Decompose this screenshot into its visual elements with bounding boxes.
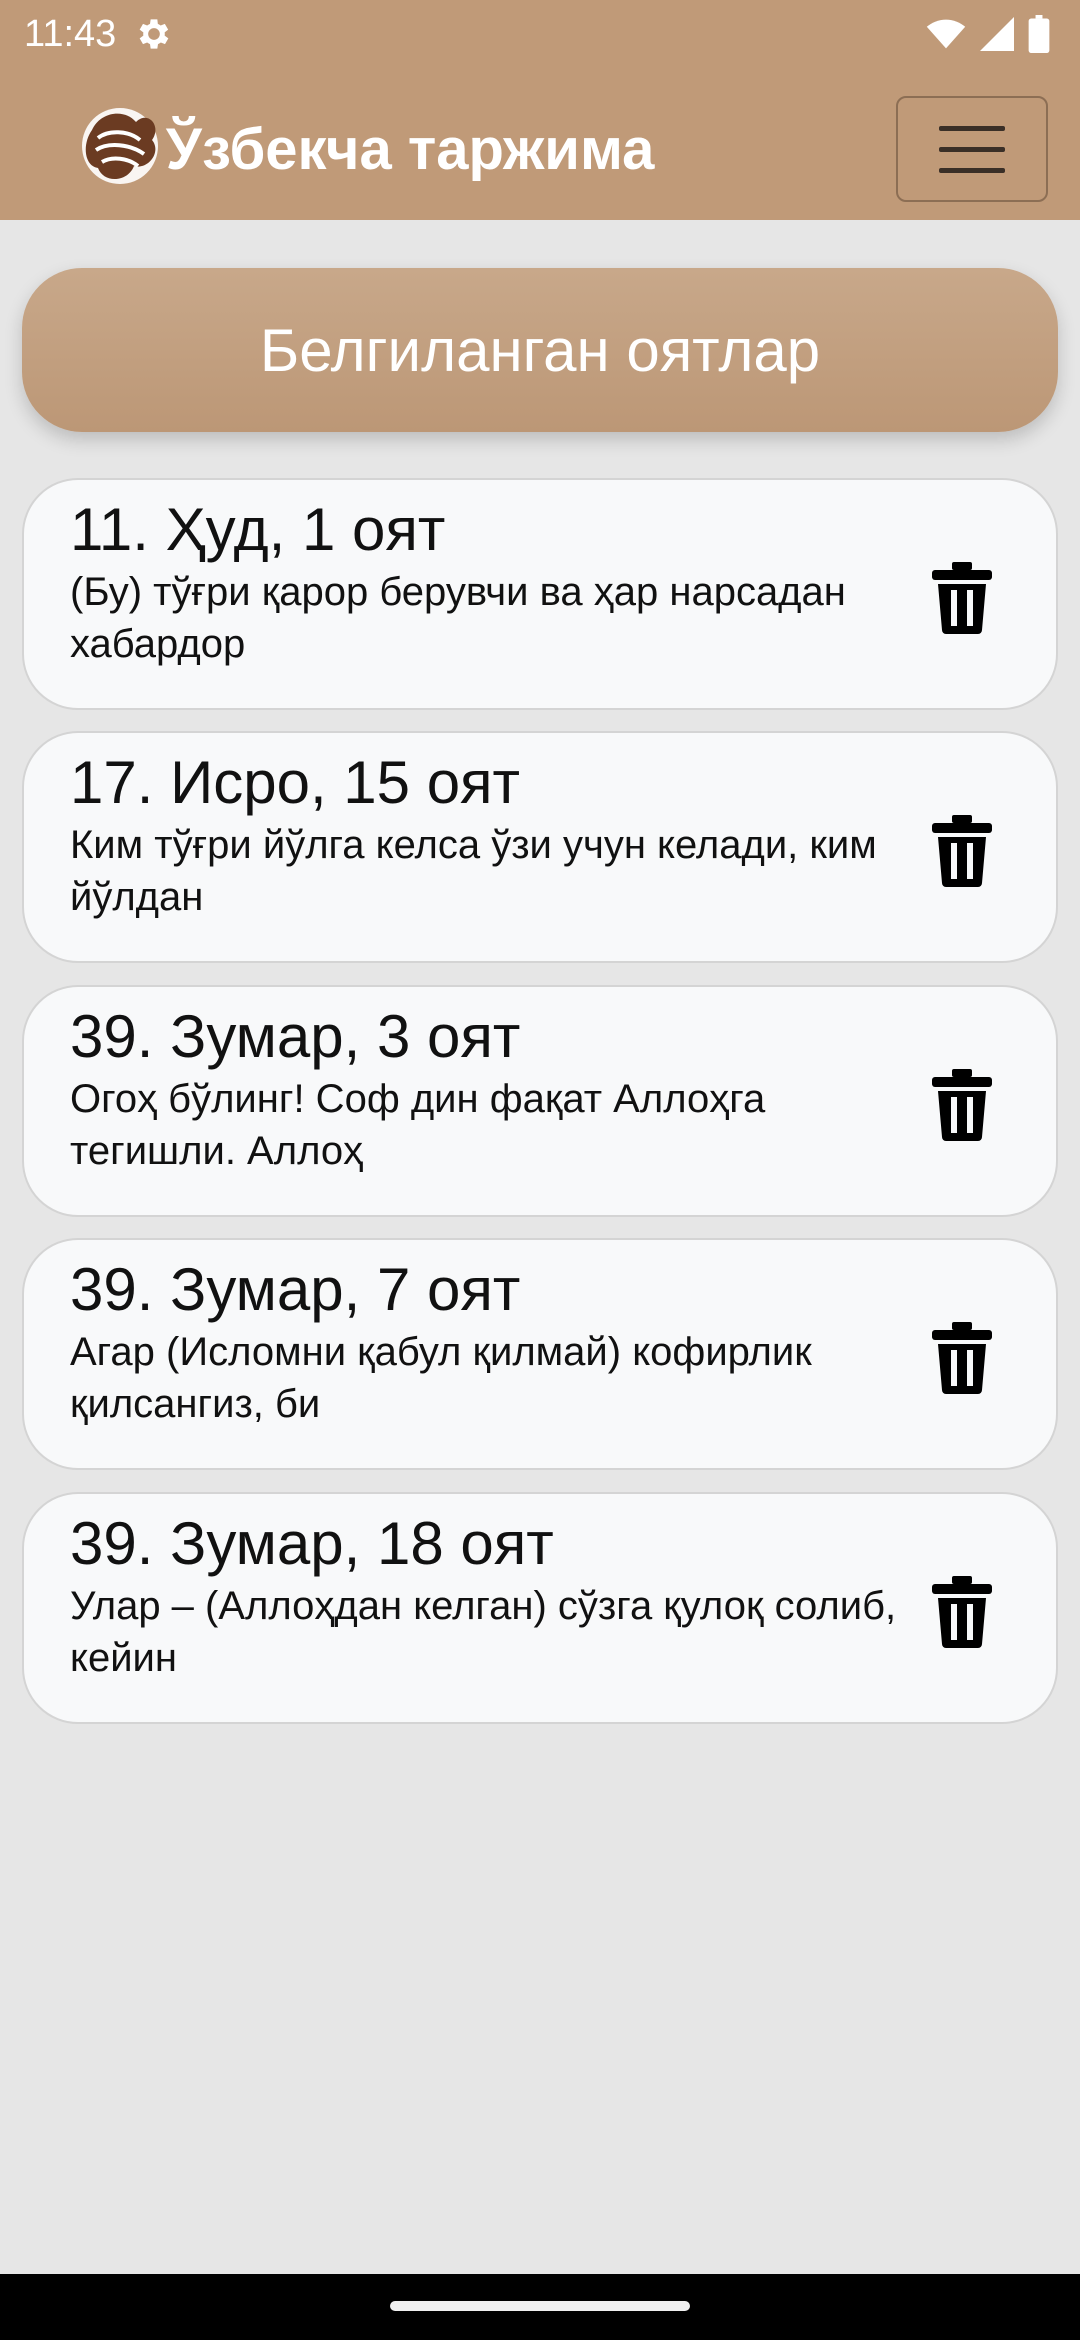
battery-icon xyxy=(1028,15,1050,53)
bookmark-text: Агар (Исломни қабул қилмай) кофирлик қил… xyxy=(70,1330,812,1426)
bookmark-card[interactable]: 11. Ҳуд, 1 оят (Бу) тўғри қарор берувчи … xyxy=(22,478,1058,710)
bookmark-title: 39. Зумар, 3 оят xyxy=(70,1003,521,1070)
trash-icon[interactable] xyxy=(930,1069,994,1141)
trash-icon[interactable] xyxy=(930,1576,994,1648)
bookmark-title: 39. Зумар, 18 оят xyxy=(70,1510,554,1577)
bookmark-text: Улар – (Аллоҳдан келган) сўзга қулоқ сол… xyxy=(70,1584,897,1680)
status-bar: 11:43 xyxy=(0,0,1080,68)
logo-icon xyxy=(82,108,158,184)
bookmark-text: (Бу) тўғри қарор берувчи ва ҳар нарсадан… xyxy=(70,570,846,666)
gear-icon xyxy=(139,19,169,49)
app-title: Ўзбекча таржима xyxy=(166,117,655,182)
bookmarked-verses-button[interactable]: Белгиланган оятлар xyxy=(22,268,1058,432)
home-gesture-handle[interactable] xyxy=(390,2301,690,2311)
trash-icon[interactable] xyxy=(930,815,994,887)
bookmark-text: Ким тўғри йўлга келса ўзи учун келади, к… xyxy=(70,823,877,919)
bookmark-text: Огоҳ бўлинг! Соф дин фақат Аллоҳга тегиш… xyxy=(70,1077,766,1173)
menu-line xyxy=(939,146,1005,152)
bookmark-title: 39. Зумар, 7 оят xyxy=(70,1256,521,1323)
cell-signal-icon xyxy=(980,17,1014,51)
bookmark-card[interactable]: 39. Зумар, 3 оят Огоҳ бўлинг! Соф дин фа… xyxy=(22,985,1058,1217)
bookmark-title: 11. Ҳуд, 1 оят xyxy=(70,496,446,563)
menu-button[interactable] xyxy=(896,96,1048,202)
hamburger-menu-icon xyxy=(939,125,1005,131)
trash-icon[interactable] xyxy=(930,562,994,634)
status-time: 11:43 xyxy=(24,13,117,55)
status-icons xyxy=(926,14,1050,54)
bookmark-card[interactable]: 39. Зумар, 7 оят Агар (Исломни қабул қил… xyxy=(22,1238,1058,1470)
wifi-icon xyxy=(926,19,966,49)
bookmark-card[interactable]: 39. Зумар, 18 оят Улар – (Аллоҳдан келга… xyxy=(22,1492,1058,1724)
app-bar: 11:43 Ўзбекча таржима xyxy=(0,0,1080,220)
bookmark-title: 17. Исро, 15 оят xyxy=(70,749,521,816)
bookmark-card[interactable]: 17. Исро, 15 оят Ким тўғри йўлга келса ў… xyxy=(22,731,1058,963)
menu-line xyxy=(939,167,1005,173)
trash-icon[interactable] xyxy=(930,1322,994,1394)
